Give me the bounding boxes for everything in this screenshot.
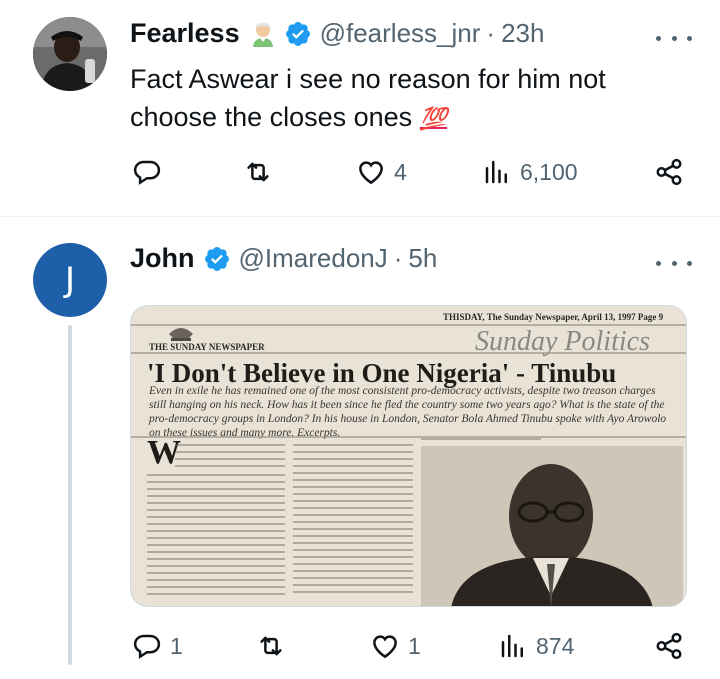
article-column-1b bbox=[147, 474, 285, 600]
like-button[interactable]: 1 bbox=[370, 631, 421, 661]
reply-icon bbox=[133, 634, 161, 659]
more-options-icon[interactable] bbox=[656, 28, 692, 48]
retweet-icon bbox=[260, 636, 282, 656]
newspaper-image[interactable]: THISDAY, The Sunday Newspaper, April 13,… bbox=[130, 305, 687, 607]
like-count: 1 bbox=[408, 632, 421, 659]
rule-line bbox=[131, 352, 686, 354]
views-count: 6,100 bbox=[520, 158, 578, 185]
avatar[interactable] bbox=[33, 17, 107, 91]
views-chart-icon bbox=[485, 160, 507, 184]
article-column-3 bbox=[421, 438, 541, 445]
verified-badge-icon bbox=[203, 245, 231, 273]
newspaper-dateline: THISDAY, The Sunday Newspaper, April 13,… bbox=[443, 312, 664, 322]
newspaper-crest-icon bbox=[169, 328, 193, 341]
heart-icon bbox=[359, 161, 383, 185]
reply-button[interactable]: 1 bbox=[132, 631, 183, 661]
tweet-text-content: Fact Aswear i see no reason for him not … bbox=[130, 64, 606, 132]
tweet-john[interactable]: J John @ImaredonJ · 5h THISDAY, The Sund… bbox=[0, 217, 720, 679]
more-options-icon[interactable] bbox=[656, 253, 692, 273]
retweet-button[interactable] bbox=[243, 157, 281, 187]
tweet-fearless[interactable]: Fearless @fearless_jnr · 23h Fact Aswear… bbox=[0, 0, 720, 216]
action-bar: 4 6,100 bbox=[130, 157, 700, 197]
tweet-header: John @ImaredonJ · 5h bbox=[130, 243, 437, 274]
views-button[interactable]: 6,100 bbox=[482, 157, 578, 187]
timestamp[interactable]: 23h bbox=[501, 18, 544, 49]
action-bar: 1 1 874 bbox=[130, 631, 700, 671]
verified-badge-icon bbox=[284, 20, 312, 48]
newspaper-masthead: THE SUNDAY NEWSPAPER bbox=[149, 342, 265, 352]
views-chart-icon bbox=[501, 634, 523, 658]
reply-button[interactable] bbox=[132, 157, 170, 187]
reply-icon bbox=[133, 160, 161, 185]
timestamp[interactable]: 5h bbox=[408, 243, 437, 274]
reply-count: 1 bbox=[170, 632, 183, 659]
like-count: 4 bbox=[394, 158, 407, 185]
heart-icon bbox=[373, 635, 397, 659]
avatar-photo bbox=[33, 17, 107, 91]
share-button[interactable] bbox=[654, 631, 684, 661]
tweet-header: Fearless @fearless_jnr · 23h bbox=[130, 18, 544, 49]
hundred-points-emoji: 💯 bbox=[419, 106, 448, 131]
share-icon bbox=[656, 632, 682, 660]
separator-dot: · bbox=[486, 18, 496, 48]
display-name[interactable]: Fearless bbox=[130, 18, 240, 49]
article-column-2 bbox=[293, 444, 413, 598]
avatar[interactable]: J bbox=[33, 243, 107, 317]
handle[interactable]: @ImaredonJ bbox=[239, 243, 388, 274]
newspaper-intro: Even in exile he has remained one of the… bbox=[149, 385, 667, 439]
like-button[interactable]: 4 bbox=[356, 157, 407, 187]
views-button[interactable]: 874 bbox=[498, 631, 574, 661]
tweet-text: Fact Aswear i see no reason for him not … bbox=[130, 60, 690, 138]
retweet-icon bbox=[247, 162, 269, 182]
display-name[interactable]: John bbox=[130, 243, 195, 274]
article-column-1 bbox=[175, 444, 285, 472]
older-person-emoji-icon bbox=[250, 21, 276, 47]
handle[interactable]: @fearless_jnr bbox=[320, 18, 481, 49]
share-icon bbox=[656, 158, 682, 186]
avatar-initial: J bbox=[64, 260, 76, 300]
separator-dot: · bbox=[393, 243, 403, 273]
thread-line bbox=[68, 325, 72, 665]
rule-line bbox=[131, 436, 686, 438]
share-button[interactable] bbox=[654, 157, 684, 187]
views-count: 874 bbox=[536, 632, 575, 659]
retweet-button[interactable] bbox=[256, 631, 294, 661]
tinubu-photo bbox=[421, 446, 683, 606]
